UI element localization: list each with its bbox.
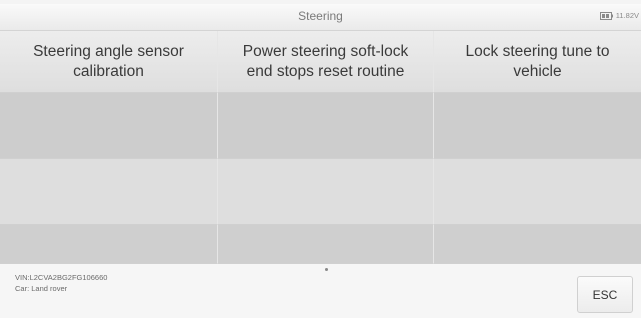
empty-cell [218,159,434,225]
steering-screen: Steering 11.82V Steering angle sensor ca… [0,0,641,318]
function-steering-angle-sensor-calibration[interactable]: Steering angle sensor calibration [0,31,218,93]
empty-cell [0,225,218,264]
title-bar: Steering 11.82V [0,4,641,31]
empty-cell [0,93,218,159]
function-power-steering-soft-lock-reset[interactable]: Power steering soft-lock end stops reset… [218,31,434,93]
page-title: Steering [298,9,343,23]
empty-cell [218,93,434,159]
battery-voltage: 11.82V [615,11,639,20]
vin-text: VIN:L2CVA2BG2FG106660 [15,273,108,282]
esc-button[interactable]: ESC [577,276,633,313]
function-label: Lock steering tune to vehicle [465,42,610,80]
car-text: Car: Land rover [15,284,68,293]
battery-status: 11.82V [599,11,639,20]
function-label: Power steering soft-lock end stops reset… [242,42,409,80]
empty-cell [218,225,434,264]
footer-bar: VIN:L2CVA2BG2FG106660 Car: Land rover ES… [0,264,641,318]
empty-cell [434,93,641,159]
function-grid: Steering angle sensor calibration Power … [0,31,641,264]
function-label: Steering angle sensor calibration [33,42,184,80]
function-lock-steering-tune[interactable]: Lock steering tune to vehicle [434,31,641,93]
empty-cell [0,159,218,225]
empty-cell [434,159,641,225]
battery-icon [599,11,613,20]
page-indicator-dot [325,268,328,271]
vehicle-info: VIN:L2CVA2BG2FG106660 Car: Land rover [15,272,107,294]
empty-cell [434,225,641,264]
